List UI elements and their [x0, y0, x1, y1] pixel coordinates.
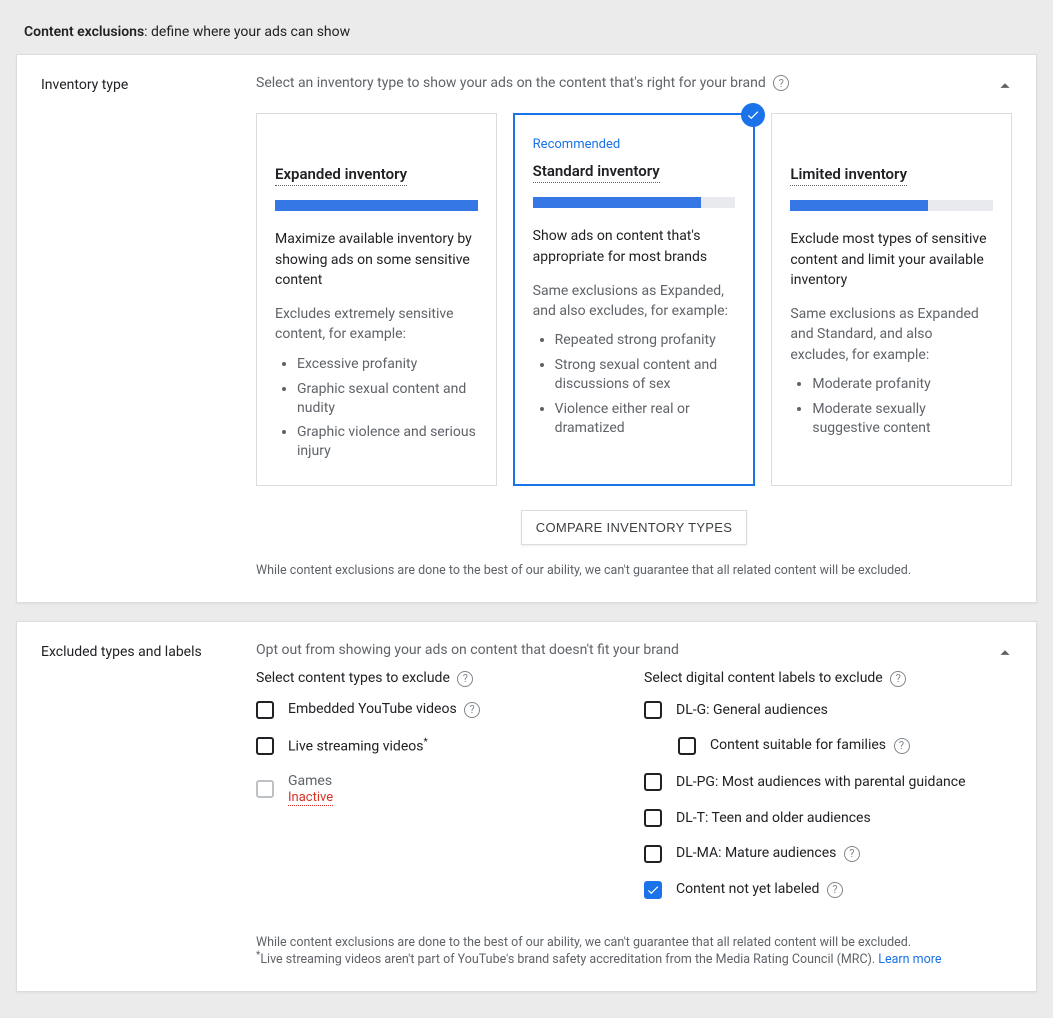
help-icon[interactable]: ? [827, 882, 843, 898]
checkbox-row[interactable]: DL-G: General audiences [644, 701, 1012, 719]
excluded-disclaimer: While content exclusions are done to the… [256, 935, 1012, 967]
checkbox-row[interactable]: Embedded YouTube videos ? [256, 701, 624, 719]
card-subtext: Same exclusions as Expanded, and also ex… [533, 281, 736, 322]
checkbox-label: DL-G: General audiences [676, 702, 828, 718]
checkbox-label: Live streaming videos* [288, 737, 428, 755]
card-bullets: Repeated strong profanityStrong sexual c… [533, 331, 736, 437]
help-icon[interactable]: ? [457, 671, 473, 687]
recommended-badge: Recommended [533, 137, 736, 152]
card-title: Limited inventory [790, 165, 907, 186]
card-title: Standard inventory [533, 162, 660, 183]
inventory-disclaimer: While content exclusions are done to the… [256, 563, 1012, 578]
checkbox-label: Content suitable for families ? [710, 737, 910, 753]
checkbox[interactable] [644, 773, 662, 791]
checkbox[interactable] [678, 737, 696, 755]
checkbox-label: GamesInactive [288, 773, 333, 805]
card-body: Exclude most types of sensitive content … [790, 229, 993, 290]
inventory-label: Inventory type [41, 75, 236, 578]
help-icon[interactable]: ? [894, 738, 910, 754]
checkbox-label: DL-T: Teen and older audiences [676, 810, 871, 826]
help-icon[interactable]: ? [773, 75, 789, 91]
checkbox-row[interactable]: Live streaming videos* [256, 737, 624, 755]
types-heading: Select content types to exclude [256, 670, 450, 686]
card-subtext: Excludes extremely sensitive content, fo… [275, 304, 478, 345]
checkbox-row[interactable]: DL-MA: Mature audiences ? [644, 845, 1012, 863]
card-title: Expanded inventory [275, 165, 407, 186]
card-bullets: Moderate profanityModerate sexually sugg… [790, 375, 993, 438]
inventory-bar [533, 197, 736, 208]
card-bullets: Excessive profanityGraphic sexual conten… [275, 355, 478, 461]
inactive-badge: Inactive [288, 790, 333, 806]
checkbox-row[interactable]: DL-PG: Most audiences with parental guid… [644, 773, 1012, 791]
checkbox[interactable] [644, 701, 662, 719]
chevron-up-icon[interactable] [994, 642, 1016, 668]
excluded-desc: Opt out from showing your ads on content… [256, 642, 679, 658]
chevron-up-icon[interactable] [994, 75, 1016, 101]
checkbox [256, 780, 274, 798]
card-subtext: Same exclusions as Expanded and Standard… [790, 304, 993, 365]
inventory-bar [275, 200, 478, 211]
inventory-desc: Select an inventory type to show your ad… [256, 75, 766, 91]
checkbox-row[interactable]: DL-T: Teen and older audiences [644, 809, 1012, 827]
header-title-bold: Content exclusions [24, 24, 144, 40]
page-header: Content exclusions: define where your ad… [16, 10, 1037, 54]
checkbox[interactable] [256, 701, 274, 719]
checkbox-row: GamesInactive [256, 773, 624, 805]
excluded-panel: Excluded types and labels Opt out from s… [16, 621, 1037, 991]
checkmark-icon [741, 103, 765, 127]
help-icon[interactable]: ? [464, 702, 480, 718]
inventory-card[interactable]: Expanded inventory Maximize available inv… [256, 113, 497, 486]
checkbox-label: DL-MA: Mature audiences ? [676, 845, 860, 861]
checkbox-label: Content not yet labeled ? [676, 881, 843, 897]
excluded-label: Excluded types and labels [41, 642, 236, 966]
checkbox-label: Embedded YouTube videos ? [288, 701, 480, 717]
inventory-bar [790, 200, 993, 211]
card-body: Maximize available inventory by showing … [275, 229, 478, 290]
checkbox[interactable] [644, 881, 662, 899]
checkbox[interactable] [644, 845, 662, 863]
inventory-panel: Inventory type Select an inventory type … [16, 54, 1037, 603]
header-title-rest: : define where your ads can show [144, 24, 350, 40]
checkbox-row[interactable]: Content not yet labeled ? [644, 881, 1012, 899]
learn-more-link[interactable]: Learn more [878, 952, 941, 967]
checkbox-row[interactable]: Content suitable for families ? [678, 737, 1012, 755]
checkbox[interactable] [644, 809, 662, 827]
help-icon[interactable]: ? [844, 846, 860, 862]
labels-heading: Select digital content labels to exclude [644, 670, 883, 686]
help-icon[interactable]: ? [890, 671, 906, 687]
card-body: Show ads on content that's appropriate f… [533, 226, 736, 267]
inventory-card[interactable]: Limited inventory Exclude most types of s… [771, 113, 1012, 486]
checkbox-label: DL-PG: Most audiences with parental guid… [676, 774, 966, 790]
checkbox[interactable] [256, 737, 274, 755]
inventory-card[interactable]: Recommended Standard inventory Show ads on… [513, 113, 756, 486]
compare-button[interactable]: COMPARE INVENTORY TYPES [521, 510, 747, 545]
